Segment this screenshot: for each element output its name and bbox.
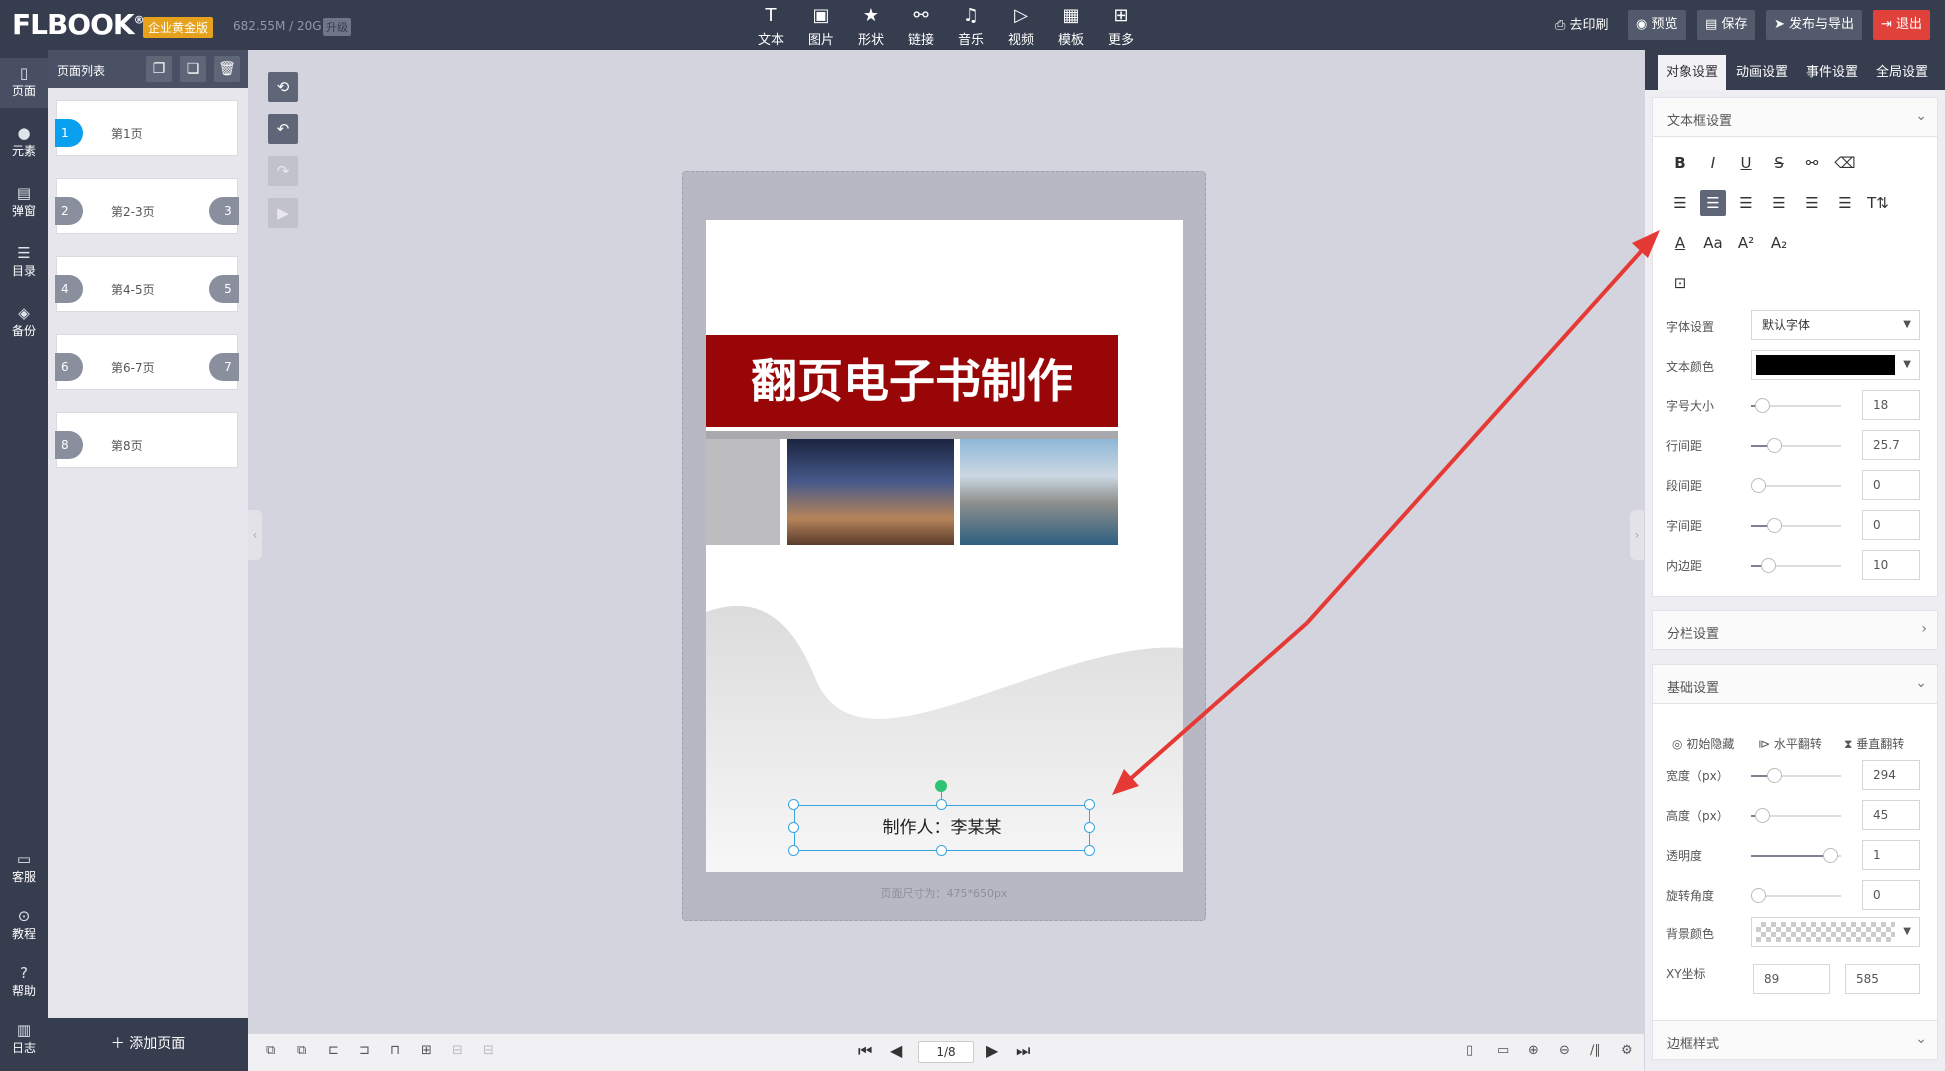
annotation-arrows xyxy=(1112,230,1660,795)
arrow-head xyxy=(1632,230,1660,258)
arrow-to-textbox xyxy=(1118,621,1309,790)
arrow-to-panel xyxy=(1305,235,1656,625)
